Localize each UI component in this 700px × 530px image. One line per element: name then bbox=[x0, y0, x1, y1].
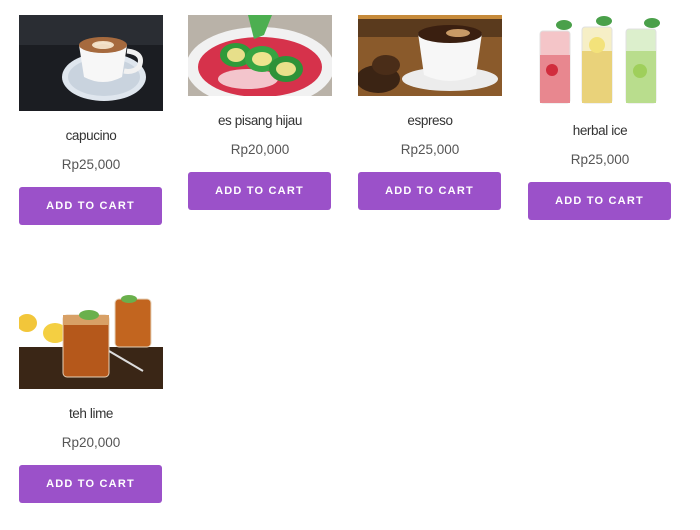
product-image-teh-lime[interactable] bbox=[19, 293, 163, 389]
product-image-herbal-ice[interactable] bbox=[528, 15, 672, 106]
add-to-cart-button[interactable]: ADD TO CART bbox=[358, 172, 501, 210]
product-image-capucino[interactable] bbox=[19, 15, 163, 111]
add-to-cart-button[interactable]: ADD TO CART bbox=[528, 182, 671, 220]
product-name[interactable]: capucino bbox=[19, 128, 163, 144]
add-to-cart-button[interactable]: ADD TO CART bbox=[19, 187, 162, 225]
add-to-cart-button[interactable]: ADD TO CART bbox=[19, 465, 162, 503]
product-name[interactable]: herbal ice bbox=[528, 123, 672, 139]
product-price: Rp20,000 bbox=[61, 435, 121, 450]
product-card-espreso: espreso Rp25,000 ADD TO CART bbox=[358, 15, 502, 210]
iced-lime-tea-image bbox=[19, 293, 163, 389]
product-name[interactable]: es pisang hijau bbox=[188, 113, 332, 129]
product-name[interactable]: espreso bbox=[358, 113, 502, 129]
product-card-capucino: capucino Rp25,000 ADD TO CART bbox=[19, 15, 163, 225]
add-to-cart-button[interactable]: ADD TO CART bbox=[188, 172, 331, 210]
espresso-image bbox=[358, 15, 502, 96]
product-image-espreso[interactable] bbox=[358, 15, 502, 96]
herbal-ice-image bbox=[528, 15, 672, 106]
product-image-es-pisang-hijau[interactable] bbox=[188, 15, 332, 96]
product-card-es-pisang-hijau: es pisang hijau Rp20,000 ADD TO CART bbox=[188, 15, 332, 210]
product-price: Rp25,000 bbox=[570, 152, 630, 167]
product-price: Rp25,000 bbox=[61, 157, 121, 172]
es-pisang-hijau-image bbox=[188, 15, 332, 96]
product-price: Rp20,000 bbox=[230, 142, 290, 157]
product-card-herbal-ice: herbal ice Rp25,000 ADD TO CART bbox=[528, 15, 672, 220]
product-name[interactable]: teh lime bbox=[19, 406, 163, 422]
product-price: Rp25,000 bbox=[400, 142, 460, 157]
product-card-teh-lime: teh lime Rp20,000 ADD TO CART bbox=[19, 293, 163, 503]
cappuccino-image bbox=[19, 15, 163, 111]
